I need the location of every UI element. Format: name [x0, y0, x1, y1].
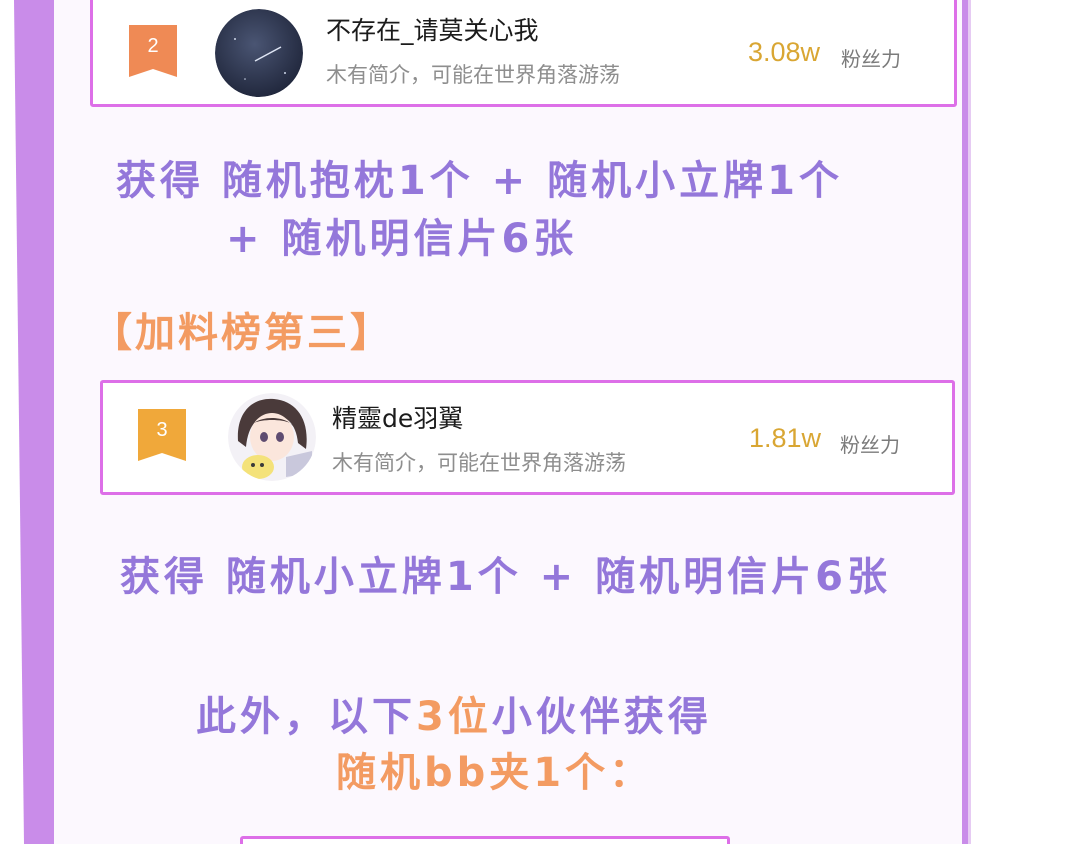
rank-card-3[interactable]: 3 精靈de羽翼 木有简介，可能在世界角落游荡 1.81w 粉丝力 [100, 380, 955, 495]
prize-text-rank-3: 获得 随机小立牌1个 + 随机明信片6张 [120, 554, 891, 600]
prize-text-rank-2-line-1: 获得 随机抱枕1个 + 随机小立牌1个 [116, 158, 843, 204]
fans-count: 1.81w [749, 423, 822, 453]
extra-prize-count-highlight: 3位 [416, 694, 492, 740]
extra-prize-intro: 此外，以下3位小伙伴获得 [196, 684, 712, 742]
rank-number: 3 [156, 419, 168, 441]
extra-prize-text-part-1: 此外，以下 [196, 694, 416, 740]
user-avatar[interactable] [228, 393, 316, 481]
fans-label: 粉丝力 [841, 47, 901, 71]
extra-prize-text-part-2: 小伙伴获得 [491, 694, 712, 740]
username[interactable]: 不存在_请莫关心我 [326, 11, 539, 47]
user-avatar[interactable] [215, 9, 303, 97]
username[interactable]: 精靈de羽翼 [332, 399, 463, 435]
rank-number: 2 [147, 35, 159, 57]
user-bio: 木有简介，可能在世界角落游荡 [332, 451, 626, 475]
rank-card-2[interactable]: 2 不存在_请莫关心我 木有简介，可能在世界角落游荡 3.08w 粉丝力 [90, 0, 957, 107]
extra-prize-item: 随机bb夹1个： [336, 750, 654, 796]
user-bio: 木有简介，可能在世界角落游荡 [326, 63, 620, 87]
winner-card-partial[interactable] [240, 836, 730, 844]
right-frame-decoration [962, 0, 1080, 844]
fans-label: 粉丝力 [840, 433, 900, 457]
section-title-rank-3: 【加料榜第三】 [92, 310, 393, 356]
poster-page: 2 不存在_请莫关心我 木有简介，可能在世界角落游荡 3.08w 粉丝力 获得 … [0, 0, 1080, 844]
fans-count: 3.08w [748, 37, 821, 67]
prize-text-rank-2-line-2: + 随机明信片6张 [226, 216, 578, 262]
